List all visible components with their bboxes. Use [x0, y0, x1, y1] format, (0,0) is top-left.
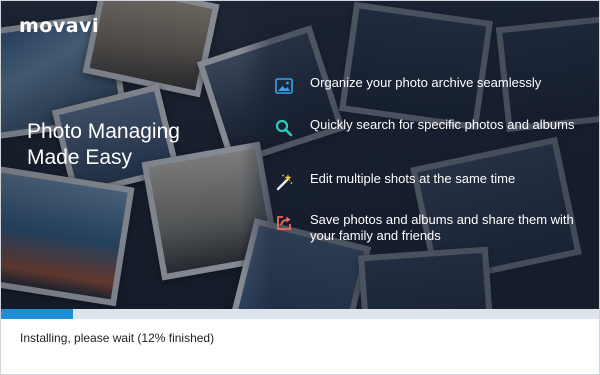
headline-line-1: Photo Managing [27, 120, 180, 143]
page-title: Photo Managing Made Easy [27, 119, 227, 171]
install-status-text: Installing, please wait (12% finished) [20, 331, 215, 345]
feature-text: Organize your photo archive seamlessly [310, 75, 542, 90]
feature-text: Quickly search for specific photos and a… [310, 117, 575, 132]
feature-text: Save photos and albums and share them wi… [310, 212, 574, 243]
magic-wand-icon [273, 171, 295, 193]
install-progress-bar [1, 309, 599, 319]
hero-banner: movavi Photo Managing Made Easy Organize… [1, 1, 599, 309]
feature-text: Edit multiple shots at the same time [310, 171, 516, 186]
install-progress-fill [1, 309, 73, 319]
photo-archive-icon [273, 75, 295, 97]
brand-logo: movavi [19, 15, 99, 37]
search-icon [273, 117, 295, 139]
share-icon [273, 212, 295, 234]
installer-window: movavi Photo Managing Made Easy Organize… [0, 0, 600, 375]
headline-line-2: Made Easy [27, 146, 133, 169]
